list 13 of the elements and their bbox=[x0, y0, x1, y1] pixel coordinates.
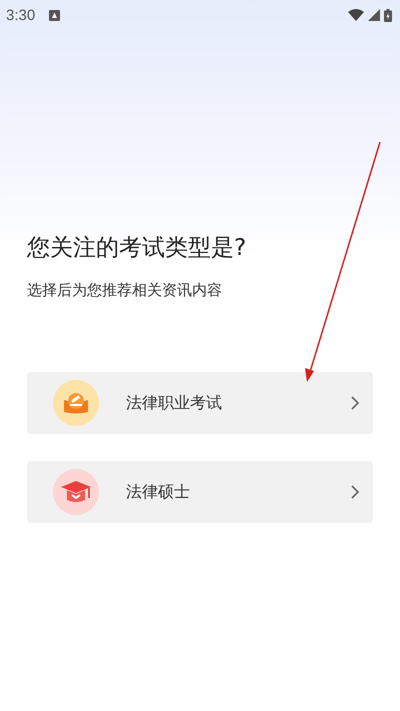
signal-icon bbox=[368, 9, 380, 21]
notification-icon bbox=[49, 10, 60, 20]
chevron-right-icon bbox=[351, 396, 359, 410]
wifi-icon bbox=[348, 9, 364, 21]
status-time: 3:30 bbox=[6, 6, 36, 24]
exam-option[interactable]: 法律硕士 bbox=[27, 461, 373, 523]
question-title: 您关注的考试类型是? bbox=[27, 234, 248, 263]
graduation-cap-icon bbox=[53, 469, 99, 515]
subtitle: 选择后为您推荐相关资讯内容 bbox=[27, 281, 223, 300]
exam-option[interactable]: 法律职业考试 bbox=[27, 372, 373, 434]
gavel-book-icon bbox=[53, 380, 99, 426]
battery-icon bbox=[384, 8, 392, 22]
chevron-right-icon bbox=[351, 485, 359, 499]
